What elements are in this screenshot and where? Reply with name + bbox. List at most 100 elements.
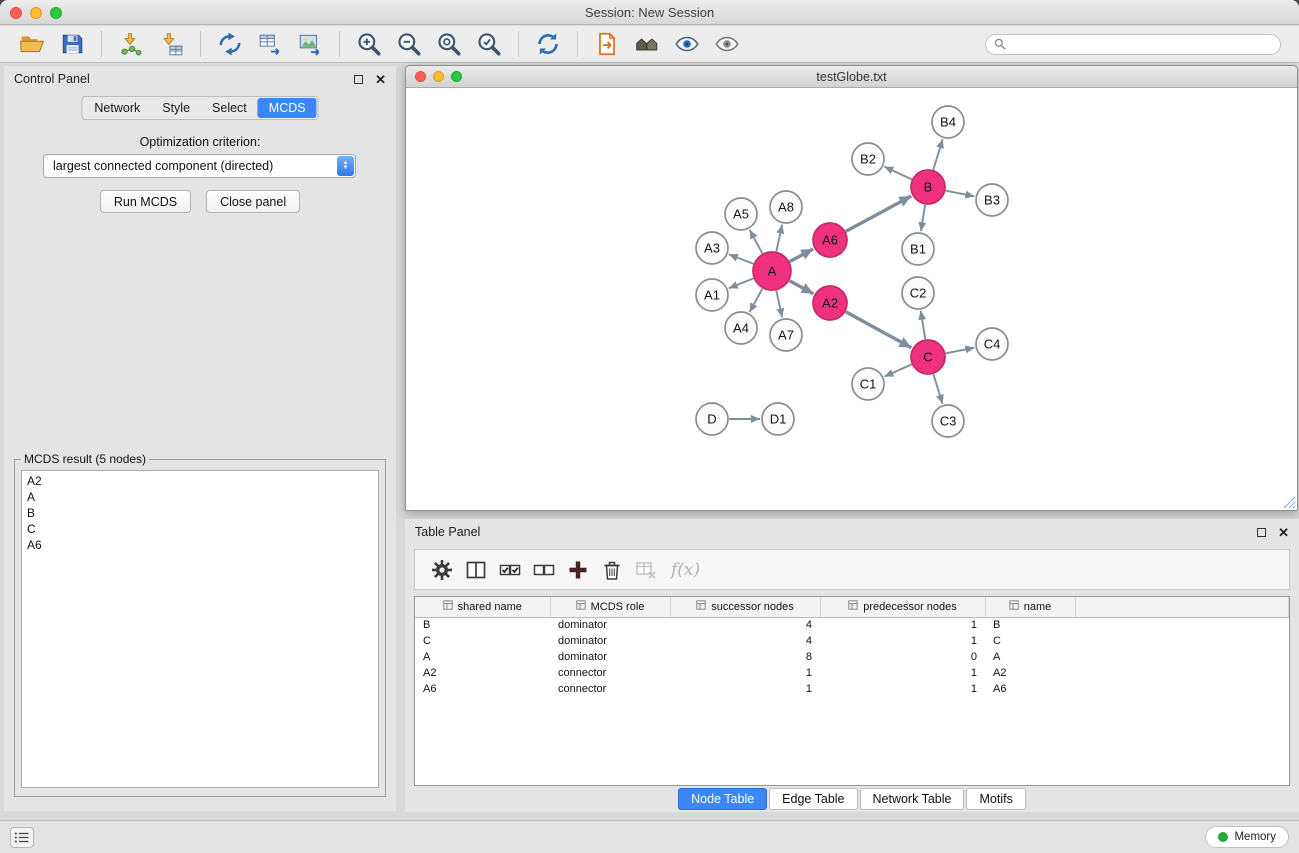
table-cell[interactable]: 1 (820, 617, 985, 633)
graph-edge-C-C3[interactable] (933, 374, 942, 404)
import-table-icon[interactable] (156, 29, 186, 59)
column-header-shared-name[interactable]: shared name (415, 597, 550, 617)
graph-edge-B-B2[interactable] (884, 167, 911, 180)
graph-node-B2[interactable]: B2 (852, 143, 884, 175)
graph-edge-A-A7[interactable] (776, 291, 782, 318)
graph-edge-A6-B[interactable] (846, 196, 912, 231)
column-header-MCDS-role[interactable]: MCDS role (550, 597, 670, 617)
graph-edge-A-A5[interactable] (750, 230, 763, 254)
zoom-fit-icon[interactable] (434, 29, 464, 59)
open-session-icon[interactable] (17, 29, 47, 59)
graph-node-B[interactable]: B (911, 170, 945, 204)
graph-node-C3[interactable]: C3 (932, 405, 964, 437)
table-cell[interactable]: 1 (820, 665, 985, 681)
table-row[interactable]: A2connector11A2 (415, 665, 1289, 681)
delete-column-icon[interactable] (598, 556, 626, 584)
graph-edge-B-B1[interactable] (921, 205, 925, 231)
close-table-panel-icon[interactable]: ✕ (1278, 526, 1289, 539)
graph-node-C[interactable]: C (911, 340, 945, 374)
table-cell[interactable]: A (985, 649, 1075, 665)
table-cell[interactable]: B (985, 617, 1075, 633)
birds-eye-icon[interactable] (712, 29, 742, 59)
graph-node-B1[interactable]: B1 (902, 233, 934, 265)
zoom-out-icon[interactable] (394, 29, 424, 59)
close-panel-button[interactable]: Close panel (206, 190, 300, 213)
graph-node-C2[interactable]: C2 (902, 277, 934, 309)
graph-edge-A-A8[interactable] (776, 225, 782, 252)
close-network-window-button[interactable] (415, 71, 426, 82)
graph-edge-B-B4[interactable] (933, 139, 942, 170)
table-cell[interactable]: dominator (550, 649, 670, 665)
graph-node-D1[interactable]: D1 (762, 403, 794, 435)
mcds-result-list[interactable]: A2ABCA6 (21, 470, 379, 788)
graph-node-A1[interactable]: A1 (696, 279, 728, 311)
minimize-window-button[interactable] (30, 7, 42, 19)
mcds-result-item[interactable]: A (22, 489, 378, 505)
table-cell[interactable]: 1 (820, 681, 985, 697)
graph-node-A4[interactable]: A4 (725, 312, 757, 344)
search-input[interactable] (1011, 36, 1272, 52)
float-table-panel-icon[interactable] (1257, 528, 1266, 537)
graph-node-A[interactable]: A (753, 252, 791, 290)
table-cell[interactable]: C (985, 633, 1075, 649)
deselect-all-icon[interactable] (530, 556, 558, 584)
graph-edge-A-A1[interactable] (729, 278, 754, 288)
tab-edge-table[interactable]: Edge Table (769, 788, 857, 810)
mcds-result-item[interactable]: C (22, 521, 378, 537)
graph-node-B4[interactable]: B4 (932, 106, 964, 138)
open-file-icon[interactable] (592, 29, 622, 59)
table-cell[interactable]: 4 (670, 633, 820, 649)
graphics-details-icon[interactable] (672, 29, 702, 59)
memory-button[interactable]: Memory (1205, 826, 1289, 848)
network-graph[interactable]: AA2A6BCA1A3A4A5A7A8B1B2B3B4C1C2C3C4DD1 (407, 89, 1296, 508)
graph-edge-B-B3[interactable] (946, 191, 975, 197)
minimize-network-window-button[interactable] (433, 71, 444, 82)
graph-edge-A-A4[interactable] (750, 289, 763, 313)
table-row[interactable]: Cdominator41C (415, 633, 1289, 649)
tab-select[interactable]: Select (201, 98, 258, 118)
graph-edge-C-C2[interactable] (921, 311, 925, 339)
graph-node-A7[interactable]: A7 (770, 319, 802, 351)
graph-edge-C-C4[interactable] (946, 348, 975, 354)
table-cell[interactable]: B (415, 617, 550, 633)
close-window-button[interactable] (10, 7, 22, 19)
zoom-in-icon[interactable] (354, 29, 384, 59)
tab-node-table[interactable]: Node Table (678, 788, 767, 810)
close-panel-icon[interactable]: ✕ (375, 73, 386, 86)
export-table-icon[interactable] (255, 29, 285, 59)
run-mcds-button[interactable]: Run MCDS (100, 190, 191, 213)
save-session-icon[interactable] (57, 29, 87, 59)
search-field[interactable] (985, 34, 1281, 55)
tab-network-table[interactable]: Network Table (860, 788, 965, 810)
graph-node-A5[interactable]: A5 (725, 198, 757, 230)
graph-edge-A2-C[interactable] (846, 312, 912, 348)
graph-node-A3[interactable]: A3 (696, 232, 728, 264)
graph-node-A8[interactable]: A8 (770, 191, 802, 223)
column-header-predecessor-nodes[interactable]: predecessor nodes (820, 597, 985, 617)
resize-grip-icon[interactable] (1282, 495, 1296, 509)
table-cell[interactable]: A6 (415, 681, 550, 697)
table-cell[interactable]: connector (550, 665, 670, 681)
zoom-selected-icon[interactable] (474, 29, 504, 59)
table-cell[interactable]: 1 (670, 681, 820, 697)
apply-layout-icon[interactable] (533, 29, 563, 59)
graph-edge-A-A3[interactable] (729, 254, 754, 263)
graph-node-C1[interactable]: C1 (852, 368, 884, 400)
graph-node-B3[interactable]: B3 (976, 184, 1008, 216)
table-cell[interactable]: connector (550, 681, 670, 697)
table-cell[interactable]: dominator (550, 617, 670, 633)
network-window-titlebar[interactable]: testGlobe.txt (406, 66, 1297, 88)
tab-style[interactable]: Style (151, 98, 201, 118)
table-cell[interactable]: A2 (415, 665, 550, 681)
optimization-dropdown[interactable]: largest connected component (directed) ▲… (43, 154, 356, 178)
table-row[interactable]: Bdominator41B (415, 617, 1289, 633)
tab-mcds[interactable]: MCDS (258, 98, 317, 118)
graph-edge-A-A2[interactable] (790, 281, 814, 294)
mcds-result-item[interactable]: A2 (22, 473, 378, 489)
toggle-column-icon[interactable] (462, 556, 490, 584)
float-panel-icon[interactable] (354, 75, 363, 84)
table-row[interactable]: A6connector11A6 (415, 681, 1289, 697)
status-menu-button[interactable] (10, 827, 34, 848)
tab-network[interactable]: Network (83, 98, 151, 118)
settings-gear-icon[interactable] (428, 556, 456, 584)
